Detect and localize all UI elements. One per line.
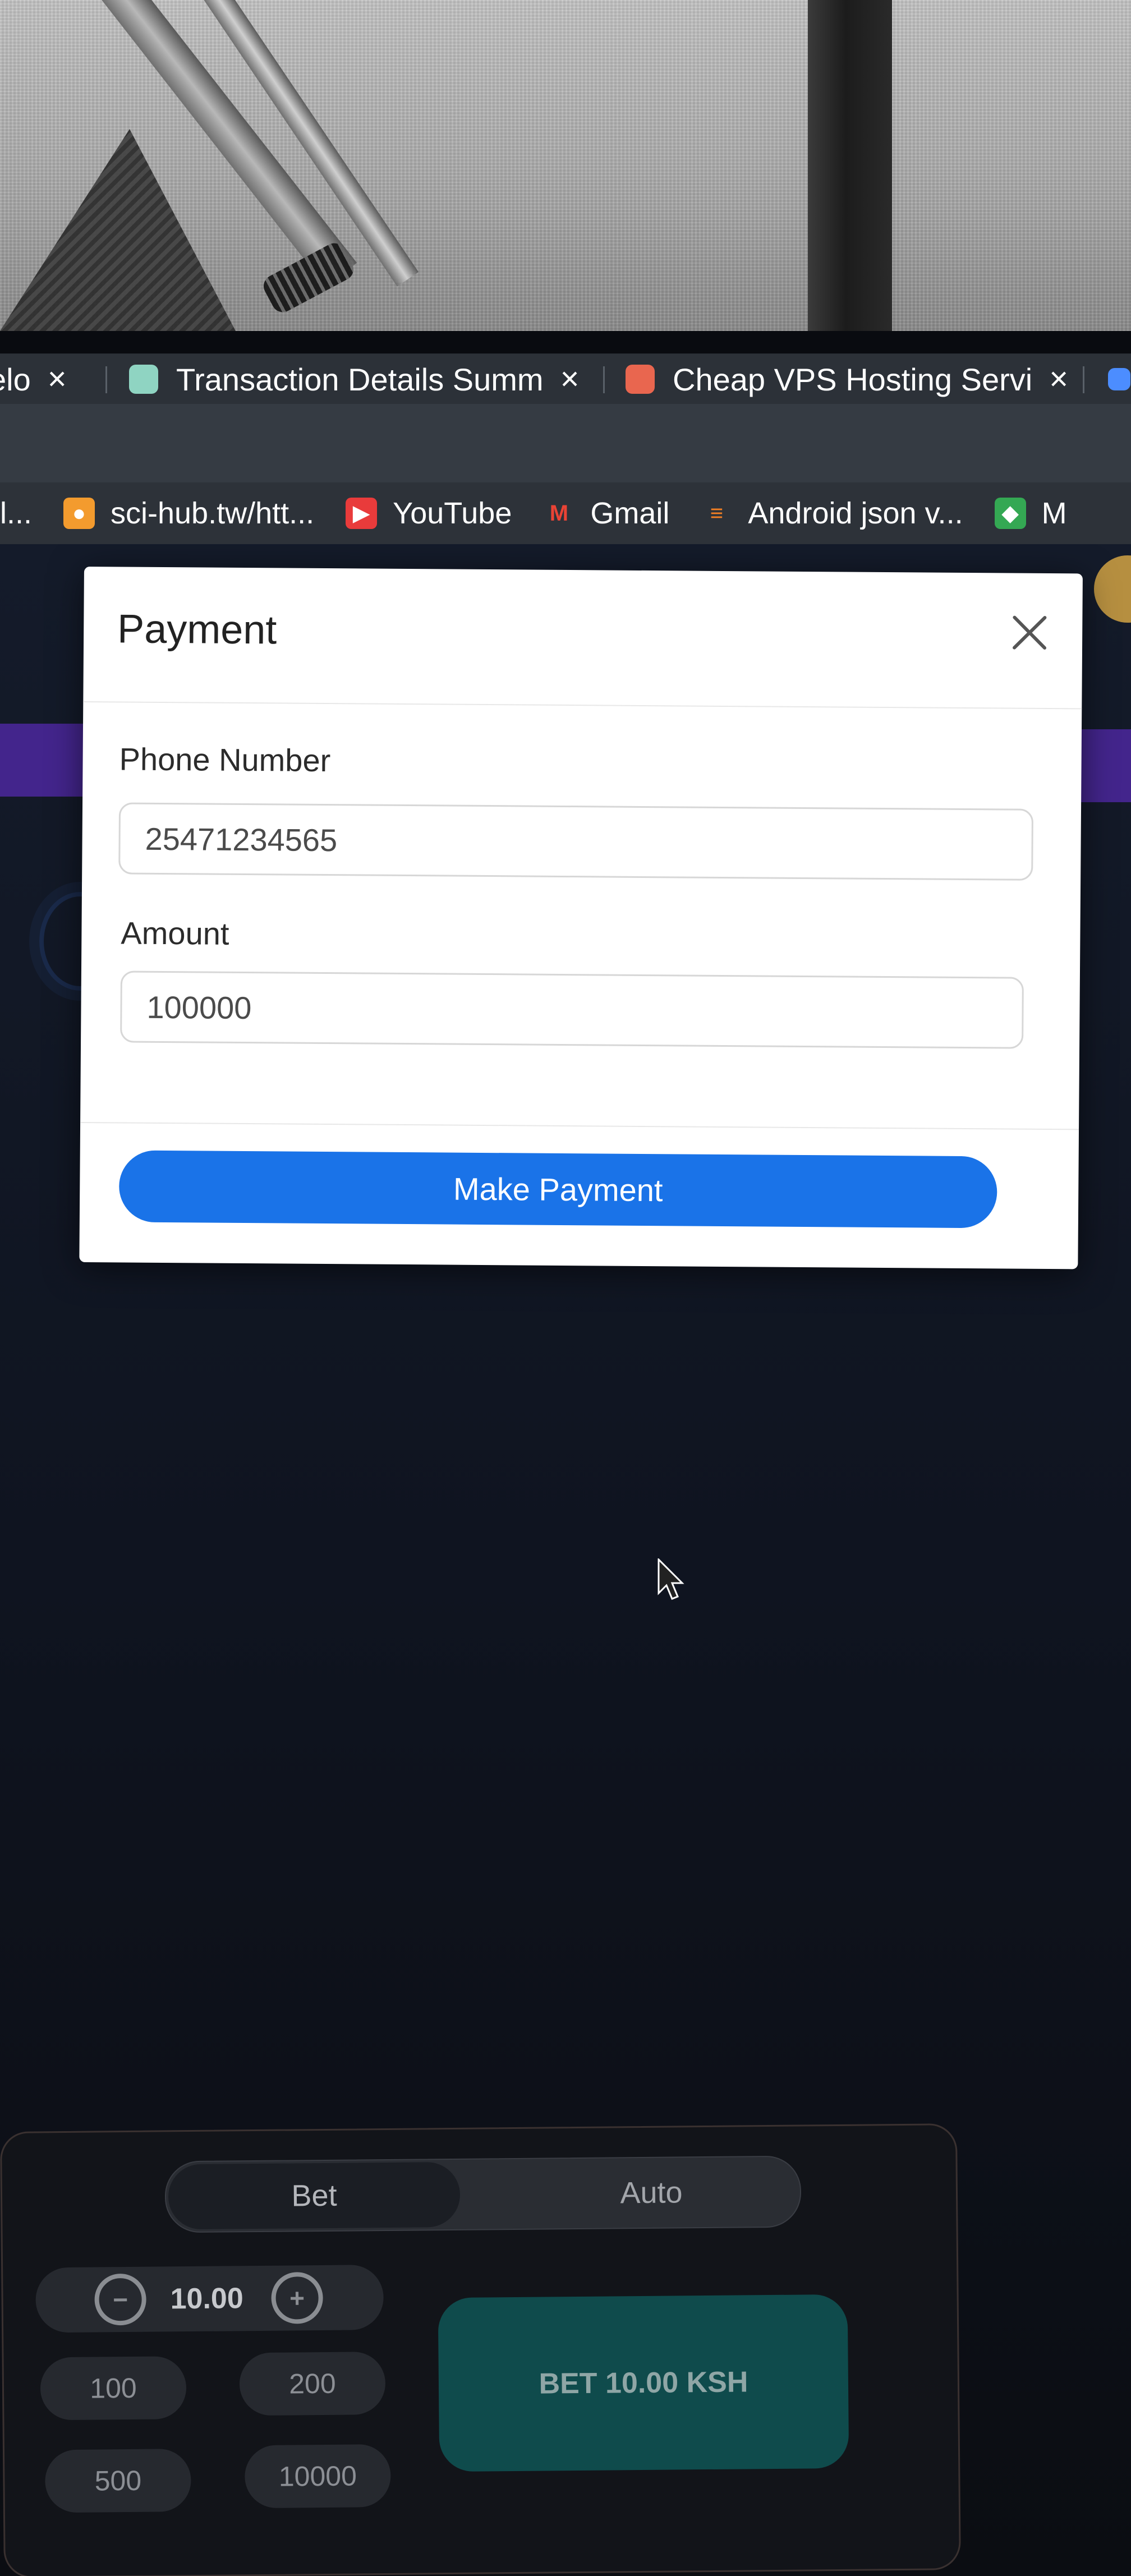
bet-panel: Bet Auto − 10.00 + 100 200 500 10000 BET… <box>0 2123 961 2576</box>
apps-grid-icon <box>1108 368 1130 390</box>
stake-stepper: − 10.00 + <box>35 2265 384 2333</box>
bookmark-youtube-label: YouTube <box>393 496 512 530</box>
monitor-screen: elo × Transaction Details Summ × Cheap V… <box>0 331 1131 2576</box>
bookmarks-bar: l... ● sci-hub.tw/htt... ▶ YouTube M Gma… <box>0 482 1131 544</box>
tab-separator-3 <box>1083 366 1084 393</box>
bookmark-gmail-label: Gmail <box>590 496 670 530</box>
modal-title: Payment <box>117 606 277 653</box>
maps-icon: ◆ <box>994 498 1026 529</box>
youtube-icon: ▶ <box>346 498 378 529</box>
bet-mode-toggle: Bet Auto <box>164 2155 802 2233</box>
tab-separator-2 <box>603 366 605 393</box>
gmail-icon: M <box>549 500 569 526</box>
chatgpt-icon <box>129 365 158 394</box>
apps-grid-button[interactable] <box>1108 354 1131 404</box>
tab-auto[interactable]: Auto <box>525 2159 778 2227</box>
close-icon[interactable] <box>1005 608 1055 657</box>
address-bar-area[interactable] <box>0 404 1131 482</box>
tab-1-close-icon[interactable]: × <box>48 363 67 395</box>
stackoverflow-icon: ≡ <box>710 500 724 526</box>
browser-tab-bar: elo × Transaction Details Summ × Cheap V… <box>0 353 1131 404</box>
bookmark-gmail[interactable]: M Gmail <box>543 496 670 531</box>
vps-hosting-icon <box>626 365 655 394</box>
payment-modal: Payment Phone Number Amount Make Payment <box>79 567 1083 1269</box>
minus-icon[interactable]: − <box>94 2273 147 2326</box>
make-payment-button[interactable]: Make Payment <box>118 1150 997 1229</box>
dark-wall-texture <box>0 129 236 331</box>
tab-transaction-details[interactable]: Transaction Details Summ × <box>129 354 579 404</box>
chip-200[interactable]: 200 <box>239 2352 386 2416</box>
modal-header: Payment <box>83 567 1083 710</box>
gold-badge <box>1094 555 1131 623</box>
bookmark-maps-label: M <box>1041 496 1067 530</box>
chip-100[interactable]: 100 <box>40 2356 187 2421</box>
bookmark-maps[interactable]: ◆ M <box>994 496 1067 531</box>
bookmark-youtube[interactable]: ▶ YouTube <box>346 496 512 531</box>
amount-input[interactable] <box>120 970 1024 1049</box>
bookmark-1[interactable]: l... <box>0 496 32 531</box>
bet-button[interactable]: BET 10.00 KSH <box>438 2294 849 2472</box>
modal-body: Phone Number Amount <box>80 701 1082 1130</box>
mouse-cursor-icon <box>658 1558 684 1600</box>
bookmark-scihub-label: sci-hub.tw/htt... <box>111 496 315 530</box>
tab-1[interactable]: elo × <box>0 354 67 404</box>
tab-1-label: elo <box>0 361 31 397</box>
tab-separator <box>105 366 107 393</box>
bookmark-1-label: l... <box>0 496 33 530</box>
chip-10000[interactable]: 10000 <box>244 2444 391 2509</box>
tab-3-label: Cheap VPS Hosting Servi <box>673 361 1033 397</box>
tab-3-close-icon[interactable]: × <box>1049 363 1068 395</box>
tab-2-close-icon[interactable]: × <box>560 363 580 395</box>
page-content: Payment Phone Number Amount Make Payment <box>0 544 1131 2576</box>
amount-label: Amount <box>121 915 229 951</box>
stake-value: 10.00 <box>170 2282 244 2316</box>
tab-cheap-vps[interactable]: Cheap VPS Hosting Servi × <box>626 354 1068 404</box>
bookmark-android-json[interactable]: ≡ Android json v... <box>701 496 963 531</box>
bookmark-scihub[interactable]: ● sci-hub.tw/htt... <box>63 496 314 531</box>
room-background <box>0 0 1131 359</box>
tab-bet[interactable]: Bet <box>168 2161 461 2230</box>
phone-number-input[interactable] <box>118 802 1034 881</box>
tab-2-label: Transaction Details Summ <box>176 361 544 397</box>
plus-icon[interactable]: + <box>271 2271 324 2324</box>
dark-pole <box>808 0 892 359</box>
chip-500[interactable]: 500 <box>44 2449 191 2513</box>
bookmark-android-json-label: Android json v... <box>748 496 963 530</box>
scihub-icon: ● <box>63 498 95 529</box>
phone-number-label: Phone Number <box>119 741 331 779</box>
